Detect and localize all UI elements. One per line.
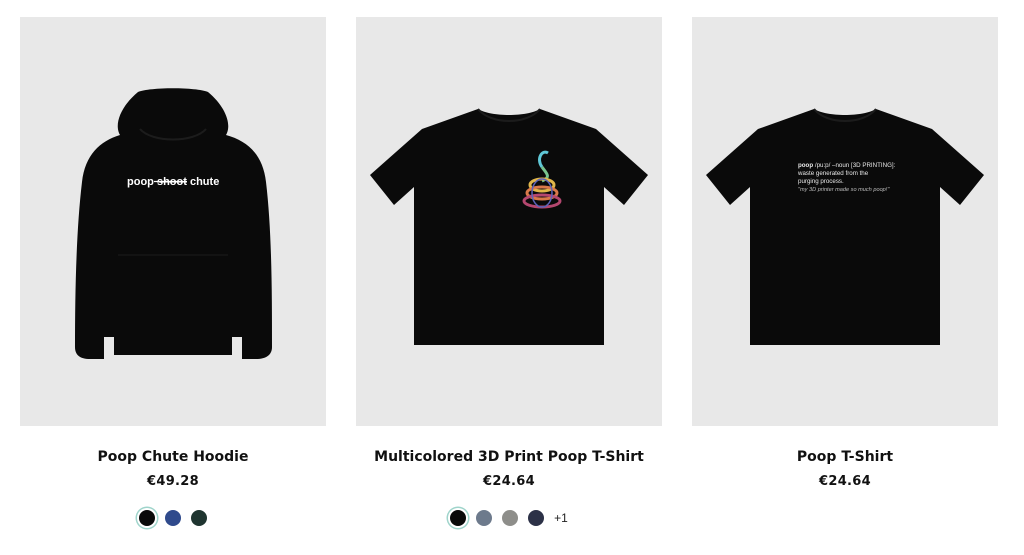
color-swatches: +1 xyxy=(356,507,662,529)
product-card-multicolored-tshirt[interactable]: Multicolored 3D Print Poop T-Shirt €24.6… xyxy=(356,17,662,537)
product-image-hoodie[interactable]: poop shoot chute xyxy=(20,17,326,426)
tshirt-image xyxy=(370,108,648,345)
color-swatch-forest-green[interactable] xyxy=(191,510,207,526)
color-swatch-black[interactable] xyxy=(139,510,155,526)
product-price: €49.28 xyxy=(147,474,199,489)
svg-text:waste generated from the: waste generated from the xyxy=(797,170,869,177)
color-swatch-slate-blue[interactable] xyxy=(476,510,493,526)
product-title[interactable]: Poop Chute Hoodie xyxy=(20,449,326,465)
tshirt-image: poop /pu:p/ –noun [3D PRINTING]: waste g… xyxy=(706,108,984,345)
color-swatch-navy[interactable] xyxy=(165,510,181,526)
product-title[interactable]: Poop T-Shirt xyxy=(692,449,998,465)
product-title[interactable]: Multicolored 3D Print Poop T-Shirt xyxy=(356,449,662,465)
product-image-poop-tshirt[interactable]: poop /pu:p/ –noun [3D PRINTING]: waste g… xyxy=(692,17,998,426)
hoodie-image: poop shoot chute xyxy=(75,88,272,359)
product-price: €24.64 xyxy=(819,474,871,489)
product-card-hoodie[interactable]: poop shoot chute Poop Chute Hoodie €49.2… xyxy=(20,17,326,537)
color-swatch-dark-navy[interactable] xyxy=(528,510,545,526)
color-swatches xyxy=(20,507,326,529)
color-swatch-black[interactable] xyxy=(450,510,467,526)
product-card-poop-tshirt[interactable]: poop /pu:p/ –noun [3D PRINTING]: waste g… xyxy=(692,17,998,537)
svg-text:poop /pu:p/ –noun [3D PRINTING: poop /pu:p/ –noun [3D PRINTING]: xyxy=(798,162,896,169)
product-image-multicolored-tshirt[interactable] xyxy=(356,17,662,426)
more-colors-link[interactable]: +1 xyxy=(554,511,568,525)
color-swatch-grey[interactable] xyxy=(502,510,519,526)
svg-text:"my 3D printer made so much po: "my 3D printer made so much poop!" xyxy=(798,187,890,193)
svg-text:purging process.: purging process. xyxy=(798,178,844,185)
product-price: €24.64 xyxy=(483,474,535,489)
